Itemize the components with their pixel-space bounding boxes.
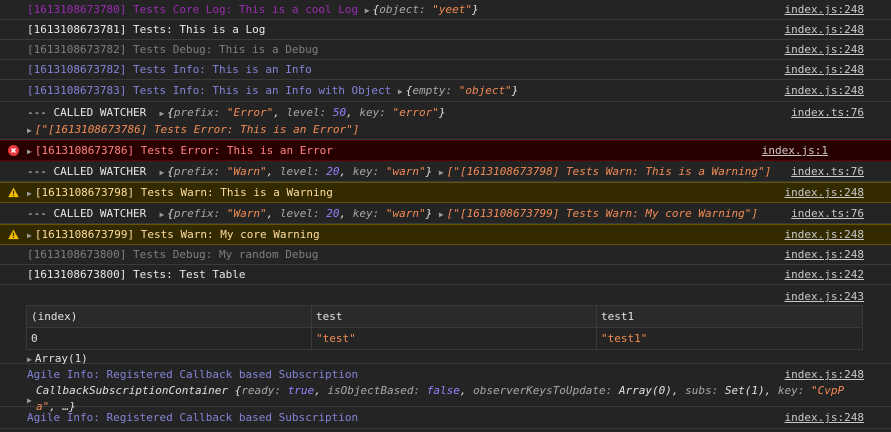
- console-row-watcher: --- CALLED WATCHER ▶ {prefix: "Error", le…: [0, 102, 891, 140]
- object-preview[interactable]: {prefix: "Warn", level: 20, key: "warn"}: [167, 165, 432, 178]
- console-row-debug: [1613108673782] Tests Debug: This is a D…: [0, 40, 891, 60]
- table-cell: "test1": [596, 327, 863, 350]
- table-row: 0 "test" "test1": [26, 327, 863, 350]
- expand-triangle-icon[interactable]: ▶: [159, 163, 164, 182]
- source-link[interactable]: index.js:248: [785, 225, 864, 244]
- table-cell: "test": [311, 327, 597, 350]
- message: [1613108673780] Tests Core Log: This is …: [27, 3, 359, 16]
- watcher-label: --- CALLED WATCHER: [27, 165, 147, 178]
- source-link[interactable]: index.js:1: [762, 141, 828, 160]
- console-row-log: [1613108673800] Tests: Test Table index.…: [0, 265, 891, 285]
- source-link[interactable]: index.ts:76: [791, 162, 864, 181]
- expand-triangle-icon[interactable]: ▶: [439, 205, 444, 224]
- table-cell: 0: [26, 327, 312, 350]
- console-row-agile-info: Agile Info: Registered Callback based Su…: [0, 364, 891, 413]
- console-row-watcher: --- CALLED WATCHER ▶ {prefix: "Warn", lev…: [0, 161, 891, 182]
- console-row-watcher: --- CALLED WATCHER ▶ {prefix: "Warn", lev…: [0, 203, 891, 224]
- column-header[interactable]: test1: [596, 305, 863, 328]
- message: Agile Info: Registered Callback based Su…: [27, 368, 359, 381]
- warning-icon: [8, 187, 19, 198]
- source-link[interactable]: index.js:242: [785, 265, 864, 284]
- expand-triangle-icon[interactable]: ▶: [159, 106, 164, 122]
- message: [1613108673782] Tests Info: This is an I…: [27, 63, 312, 76]
- warning-icon: [8, 229, 19, 240]
- console-row-table: index.js:243 (index) test test1 0 "test"…: [0, 285, 891, 365]
- source-link[interactable]: index.js:248: [785, 20, 864, 39]
- source-link[interactable]: index.js:248: [785, 367, 864, 383]
- object-preview[interactable]: {object: "yeet"}: [373, 3, 479, 16]
- column-header[interactable]: test: [311, 305, 597, 328]
- error-icon: [8, 145, 19, 156]
- expand-triangle-icon[interactable]: ▶: [27, 226, 32, 245]
- console-row-agile-info: Agile Info: Registered Callback based Su…: [0, 407, 891, 429]
- expand-triangle-icon[interactable]: ▶: [365, 1, 370, 20]
- message: Agile Info: Registered Callback based Su…: [27, 411, 359, 424]
- watcher-label: --- CALLED WATCHER: [27, 106, 147, 119]
- source-link[interactable]: index.js:248: [785, 81, 864, 100]
- message: [1613108673800] Tests Debug: My random D…: [27, 248, 319, 261]
- message: [1613108673799] Tests Warn: My core Warn…: [34, 228, 320, 241]
- source-link[interactable]: index.js:248: [785, 60, 864, 79]
- message: [1613108673786] Tests Error: This is an …: [34, 144, 333, 157]
- array-preview[interactable]: ["[1613108673786] Tests Error: This is a…: [35, 123, 360, 136]
- console-row-info-object: [1613108673783] Tests Info: This is an I…: [0, 80, 891, 102]
- table-header-row: (index) test test1: [26, 305, 863, 328]
- object-preview[interactable]: {empty: "object"}: [406, 84, 519, 97]
- source-link[interactable]: index.ts:76: [791, 204, 864, 223]
- message: [1613108673783] Tests Info: This is an I…: [27, 84, 392, 97]
- console-row-debug: [1613108673800] Tests Debug: My random D…: [0, 245, 891, 265]
- console-row-error: ▶ [1613108673786] Tests Error: This is an…: [0, 140, 891, 161]
- source-link[interactable]: index.js:248: [785, 183, 864, 202]
- console-row-log: [1613108673781] Tests: This is a Log ind…: [0, 20, 891, 40]
- expand-triangle-icon[interactable]: ▶: [27, 123, 32, 139]
- message: [1613108673781] Tests: This is a Log: [27, 23, 266, 36]
- expand-triangle-icon[interactable]: ▶: [27, 184, 32, 203]
- source-link[interactable]: index.js:248: [785, 245, 864, 264]
- watcher-label: --- CALLED WATCHER: [27, 207, 147, 220]
- message: [1613108673800] Tests: Test Table: [27, 268, 246, 281]
- message: [1613108673782] Tests Debug: This is a D…: [27, 43, 319, 56]
- source-link[interactable]: index.js:248: [785, 40, 864, 59]
- console-row-warning: ▶ [1613108673798] Tests Warn: This is a W…: [0, 182, 891, 203]
- expand-triangle-icon[interactable]: ▶: [439, 163, 444, 182]
- array-preview[interactable]: ["[1613108673799] Tests Warn: My core Wa…: [447, 207, 758, 220]
- source-link[interactable]: index.ts:76: [791, 105, 864, 121]
- console-row-core-log: [1613108673780] Tests Core Log: This is …: [0, 0, 891, 20]
- source-link[interactable]: index.js:248: [785, 410, 864, 426]
- object-preview[interactable]: {prefix: "Error", level: 50, key: "error…: [167, 106, 445, 119]
- message: [1613108673798] Tests Warn: This is a Wa…: [34, 186, 333, 199]
- console-table: (index) test test1 0 "test" "test1": [26, 305, 863, 350]
- column-header[interactable]: (index): [26, 305, 312, 328]
- source-link[interactable]: index.js:243: [785, 287, 864, 306]
- array-preview[interactable]: ["[1613108673798] Tests Warn: This is a …: [447, 165, 772, 178]
- console-row-info: [1613108673782] Tests Info: This is an I…: [0, 60, 891, 80]
- console-row-warning: ▶ [1613108673799] Tests Warn: My core War…: [0, 224, 891, 245]
- object-preview[interactable]: {prefix: "Warn", level: 20, key: "warn"}: [167, 207, 432, 220]
- expand-triangle-icon[interactable]: ▶: [27, 142, 32, 161]
- expand-triangle-icon[interactable]: ▶: [398, 82, 403, 101]
- expand-triangle-icon[interactable]: ▶: [159, 205, 164, 224]
- source-link[interactable]: index.js:248: [785, 0, 864, 19]
